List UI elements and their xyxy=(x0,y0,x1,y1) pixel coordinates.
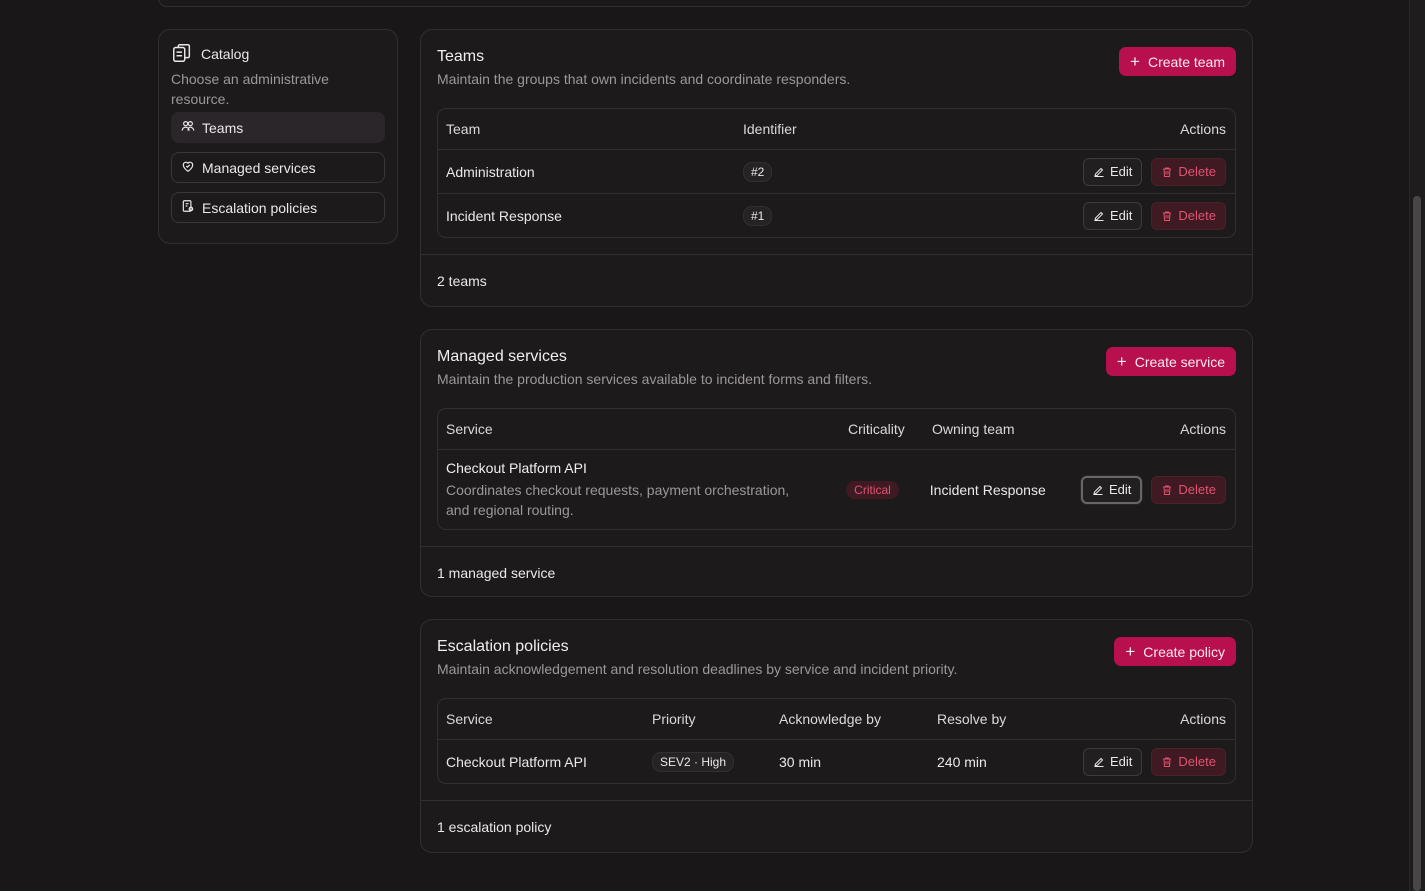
managed-services-card: Managed services Maintain the production… xyxy=(420,329,1253,597)
table-header: Service Criticality Owning team Actions xyxy=(438,409,1235,449)
edit-button[interactable]: Edit xyxy=(1081,475,1143,504)
pencil-icon xyxy=(1094,211,1104,221)
catalog-title: Catalog xyxy=(201,46,250,62)
catalog-header: Catalog xyxy=(171,43,385,65)
team-name: Administration xyxy=(446,163,535,180)
policy-service: Checkout Platform API xyxy=(446,753,587,770)
pencil-icon xyxy=(1093,485,1103,495)
policies-count: 1 escalation policy xyxy=(421,800,1252,852)
teams-table: Team Identifier Actions Administration #… xyxy=(437,108,1236,238)
teams-count: 2 teams xyxy=(421,254,1252,306)
sidebar-item-label: Escalation policies xyxy=(202,199,318,216)
create-policy-label: Create policy xyxy=(1143,643,1225,660)
delete-label: Delete xyxy=(1178,482,1216,497)
escalation-policies-card: Escalation policies Maintain acknowledge… xyxy=(420,619,1253,853)
create-service-button[interactable]: + Create service xyxy=(1105,347,1236,376)
trash-icon xyxy=(1163,211,1172,221)
scrollbar-thumb[interactable] xyxy=(1413,196,1421,891)
column-header-priority: Priority xyxy=(652,711,696,727)
table-header: Team Identifier Actions xyxy=(438,109,1235,149)
delete-button[interactable]: Delete xyxy=(1151,201,1226,230)
column-header-actions: Actions xyxy=(1180,121,1226,137)
sidebar-item-label: Teams xyxy=(202,119,244,136)
column-header-criticality: Criticality xyxy=(848,421,905,437)
sidebar-item-label: Managed services xyxy=(202,159,316,176)
edit-label: Edit xyxy=(1110,754,1133,769)
delete-label: Delete xyxy=(1178,164,1216,179)
pencil-icon xyxy=(1094,167,1104,177)
create-policy-button[interactable]: + Create policy xyxy=(1114,637,1236,666)
delete-button[interactable]: Delete xyxy=(1151,475,1226,504)
delete-button[interactable]: Delete xyxy=(1151,747,1226,776)
column-header-resolve-by: Resolve by xyxy=(937,711,1007,727)
users-icon xyxy=(181,119,195,136)
catalog-description: Choose an administrative resource. xyxy=(171,71,329,107)
criticality-badge: Critical xyxy=(846,480,899,499)
trash-icon xyxy=(1163,757,1172,767)
create-team-button[interactable]: + Create team xyxy=(1119,47,1236,76)
column-header-service: Service xyxy=(446,421,493,437)
table-header: Service Priority Acknowledge by Resolve … xyxy=(438,699,1235,739)
teams-card: Teams Maintain the groups that own incid… xyxy=(420,29,1253,307)
edit-label: Edit xyxy=(1110,208,1133,223)
trash-icon xyxy=(1163,167,1172,177)
team-identifier: #2 xyxy=(743,161,773,182)
sidebar-item-escalation-policies[interactable]: Escalation policies xyxy=(171,192,385,223)
service-description: Coordinates checkout requests, payment o… xyxy=(446,481,790,518)
policy-doc-icon xyxy=(181,199,195,216)
edit-button[interactable]: Edit xyxy=(1083,157,1143,186)
owning-team: Incident Response xyxy=(929,481,1046,498)
table-row: Checkout Platform API Coordinates checko… xyxy=(438,449,1235,529)
edit-label: Edit xyxy=(1109,482,1132,497)
trash-icon xyxy=(1163,485,1172,495)
previous-card-edge xyxy=(158,0,1251,7)
catalog-sidebar: Catalog Choose an administrative resourc… xyxy=(158,29,398,244)
table-row: Incident Response #1 Edit Delete xyxy=(438,193,1235,237)
table-row: Administration #2 Edit Delete xyxy=(438,149,1235,193)
heart-shield-icon xyxy=(181,159,195,176)
edit-button[interactable]: Edit xyxy=(1083,747,1143,776)
column-header-identifier: Identifier xyxy=(743,121,797,137)
team-identifier: #1 xyxy=(743,205,773,226)
column-header-actions: Actions xyxy=(1180,711,1226,727)
column-header-actions: Actions xyxy=(1180,421,1226,437)
edit-button[interactable]: Edit xyxy=(1083,201,1143,230)
delete-label: Delete xyxy=(1178,754,1216,769)
service-name: Checkout Platform API xyxy=(446,459,587,476)
sidebar-item-teams[interactable]: Teams xyxy=(171,112,385,143)
teams-subtitle: Maintain the groups that own incidents a… xyxy=(437,71,851,87)
policies-table: Service Priority Acknowledge by Resolve … xyxy=(437,698,1236,784)
create-service-label: Create service xyxy=(1134,353,1225,370)
delete-label: Delete xyxy=(1178,208,1216,223)
services-table: Service Criticality Owning team Actions … xyxy=(437,408,1236,530)
resolve-by: 240 min xyxy=(937,753,987,770)
create-team-label: Create team xyxy=(1147,53,1225,70)
delete-button[interactable]: Delete xyxy=(1151,157,1226,186)
table-row: Checkout Platform API SEV2 · High 30 min… xyxy=(438,739,1235,783)
edit-label: Edit xyxy=(1110,164,1133,179)
column-header-acknowledge-by: Acknowledge by xyxy=(779,711,881,727)
plus-icon: + xyxy=(1125,642,1136,661)
sidebar-item-managed-services[interactable]: Managed services xyxy=(171,152,385,183)
column-header-team: Team xyxy=(446,121,481,137)
column-header-service: Service xyxy=(446,711,493,727)
priority-badge: SEV2 · High xyxy=(652,751,735,772)
column-header-owning-team: Owning team xyxy=(932,421,1015,437)
plus-icon: + xyxy=(1116,352,1127,371)
catalog-icon xyxy=(171,42,193,67)
teams-title: Teams xyxy=(437,48,485,65)
acknowledge-by: 30 min xyxy=(779,753,822,770)
team-name: Incident Response xyxy=(446,207,562,224)
plus-icon: + xyxy=(1130,52,1140,71)
services-count: 1 managed service xyxy=(421,546,1252,598)
pencil-icon xyxy=(1094,757,1104,767)
